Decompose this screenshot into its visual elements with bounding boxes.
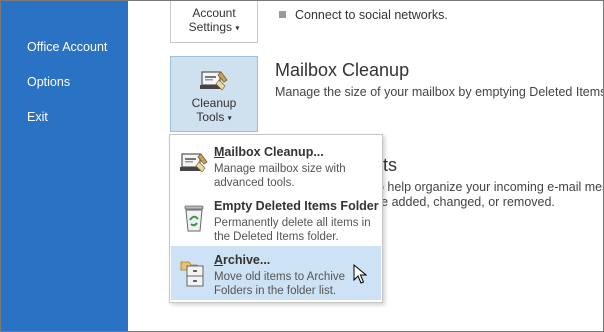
backstage-nav: Office Account Options Exit bbox=[1, 1, 128, 331]
nav-item-office-account[interactable]: Office Account bbox=[27, 40, 107, 54]
cleanup-tools-label-text: Tools bbox=[196, 110, 225, 124]
account-settings-button[interactable]: Account Settings ▾ bbox=[170, 1, 258, 43]
rules-description-line2: re added, changed, or removed. bbox=[377, 195, 555, 209]
nav-item-exit[interactable]: Exit bbox=[27, 110, 48, 124]
mailbox-cleanup-heading: Mailbox Cleanup bbox=[275, 60, 410, 80]
account-settings-label-line1: Account bbox=[192, 6, 236, 20]
menu-item-empty-deleted-items[interactable]: Empty Deleted Items Folder Permanently d… bbox=[171, 192, 381, 246]
archive-icon bbox=[179, 256, 209, 288]
account-settings-label-text: Settings bbox=[188, 20, 232, 34]
menu-item-title: Mailbox Cleanup... bbox=[214, 145, 324, 159]
cleanup-tools-button[interactable]: Cleanup Tools ▾ bbox=[170, 56, 258, 132]
menu-item-description: Manage mailbox size with advanced tools. bbox=[214, 163, 346, 189]
recycle-bin-icon bbox=[179, 202, 209, 234]
menu-item-archive[interactable]: Archive... Move old items to Archive Fol… bbox=[171, 246, 381, 300]
menu-item-mailbox-cleanup[interactable]: Mailbox Cleanup... Manage mailbox size w… bbox=[171, 138, 381, 192]
backstage-window: Office Account Options Exit Account Sett… bbox=[0, 0, 604, 332]
mouse-cursor-icon bbox=[353, 263, 368, 289]
cleanup-tools-label-line2: Tools ▾ bbox=[171, 110, 257, 124]
chevron-down-icon: ▾ bbox=[235, 23, 240, 33]
menu-item-title: Empty Deleted Items Folder bbox=[214, 199, 379, 213]
social-networks-bullet: Connect to social networks. bbox=[279, 8, 448, 22]
account-settings-label-line2: Settings ▾ bbox=[171, 20, 257, 34]
rules-description-line1: o help organize your incoming e-mail mes… bbox=[377, 180, 604, 194]
bullet-icon bbox=[279, 11, 286, 19]
cleanup-tools-menu: Mailbox Cleanup... Manage mailbox size w… bbox=[169, 134, 383, 303]
nav-item-options[interactable]: Options bbox=[27, 75, 70, 89]
chevron-down-icon: ▾ bbox=[227, 113, 232, 123]
social-networks-text: Connect to social networks. bbox=[295, 8, 448, 22]
menu-item-description: Permanently delete all items in the Dele… bbox=[214, 217, 371, 243]
mailbox-cleanup-icon bbox=[199, 68, 229, 94]
mailbox-cleanup-icon bbox=[179, 148, 209, 180]
cleanup-tools-label-line1: Cleanup bbox=[191, 96, 237, 110]
menu-item-title: Archive... bbox=[214, 253, 271, 267]
mailbox-cleanup-description: Manage the size of your mailbox by empty… bbox=[275, 85, 604, 99]
